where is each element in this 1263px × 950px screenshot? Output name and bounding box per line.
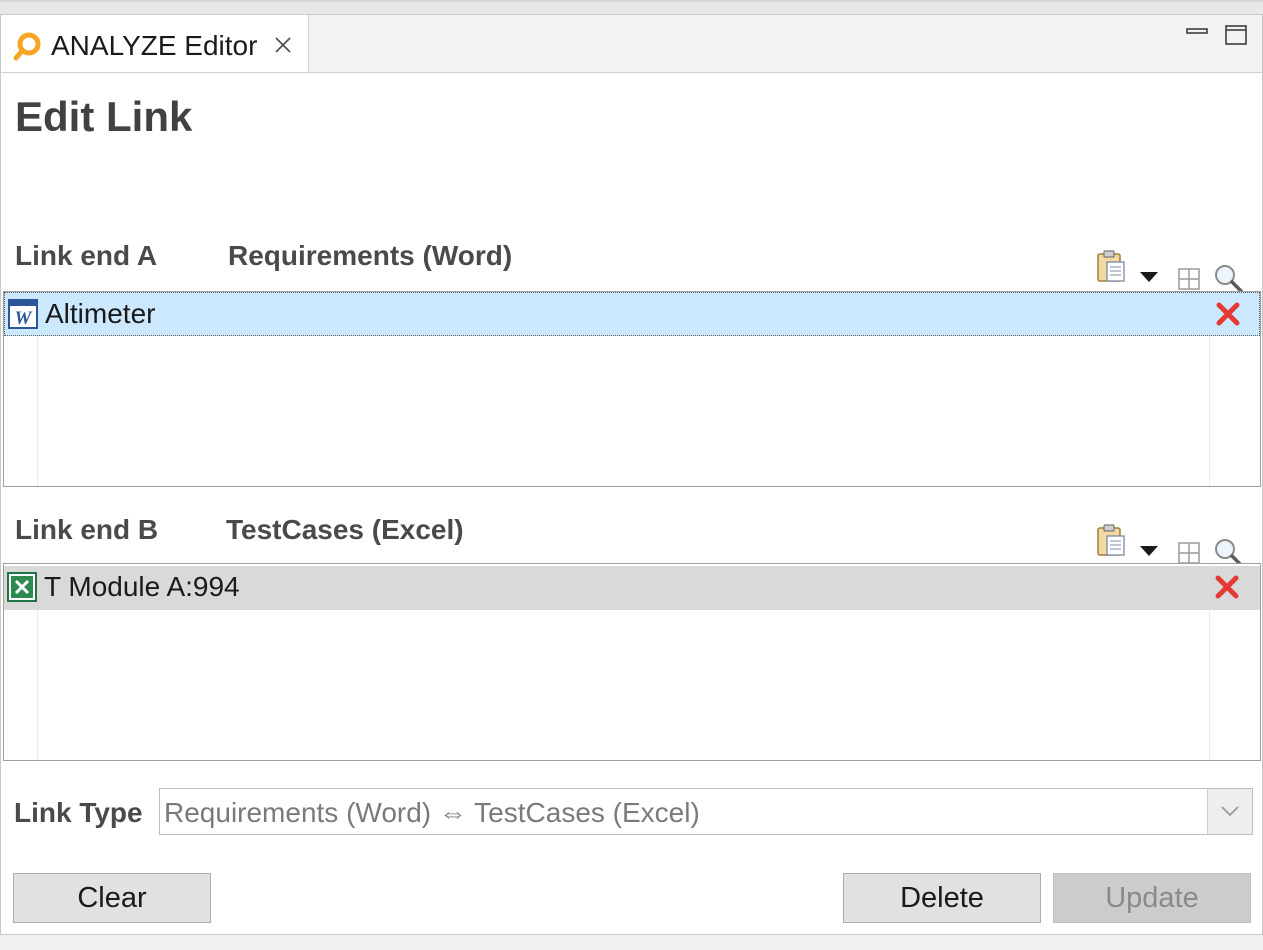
list-item-label: Altimeter — [45, 298, 156, 329]
analyze-editor-panel: ANALYZE Editor Edit Link Link end A Requ… — [0, 14, 1263, 935]
delete-button[interactable]: Delete — [843, 873, 1041, 923]
link-end-a-list[interactable]: W Altimeter — [3, 291, 1261, 487]
link-end-b-list[interactable]: T Module A:994 — [3, 563, 1261, 761]
link-end-a-toolbar — [1095, 249, 1245, 294]
link-type-select[interactable]: Requirements (Word) ⇔ TestCases (Excel) — [159, 788, 1253, 835]
paste-icon[interactable] — [1095, 523, 1127, 562]
paste-icon[interactable] — [1095, 249, 1127, 288]
page-title: Edit Link — [15, 93, 193, 140]
delete-icon[interactable] — [1215, 301, 1241, 327]
maximize-icon[interactable] — [1225, 23, 1247, 45]
chevron-down-icon[interactable] — [1139, 544, 1159, 562]
chevron-down-icon[interactable] — [1207, 789, 1252, 834]
window-top-strip — [0, 0, 1263, 14]
link-type-label: Link Type — [14, 797, 143, 828]
tab-analyze-editor[interactable]: ANALYZE Editor — [1, 15, 309, 72]
link-end-b-label: Link end B — [15, 514, 159, 545]
excel-icon — [7, 572, 37, 602]
update-button[interactable]: Update — [1053, 873, 1251, 923]
delete-icon[interactable] — [1214, 574, 1240, 600]
word-icon: W — [8, 299, 38, 329]
minimize-icon[interactable] — [1186, 23, 1208, 45]
link-end-a-label: Link end A — [15, 240, 158, 271]
analyze-icon — [12, 32, 42, 62]
tab-bar: ANALYZE Editor — [1, 15, 1262, 73]
close-icon[interactable] — [273, 35, 293, 55]
list-item-label: T Module A:994 — [44, 571, 240, 602]
tab-title: ANALYZE Editor — [51, 30, 258, 61]
list-item[interactable]: T Module A:994 — [4, 566, 1260, 610]
chevron-down-icon[interactable] — [1139, 270, 1159, 288]
clear-button[interactable]: Clear — [13, 873, 211, 923]
link-type-value: Requirements (Word) ⇔ TestCases (Excel) — [164, 797, 700, 828]
link-end-b-toolbar — [1095, 523, 1245, 568]
list-item[interactable]: W Altimeter — [4, 292, 1260, 336]
link-end-b-type: TestCases (Excel) — [226, 514, 464, 545]
svg-text:W: W — [15, 308, 33, 329]
link-end-a-type: Requirements (Word) — [228, 240, 513, 271]
